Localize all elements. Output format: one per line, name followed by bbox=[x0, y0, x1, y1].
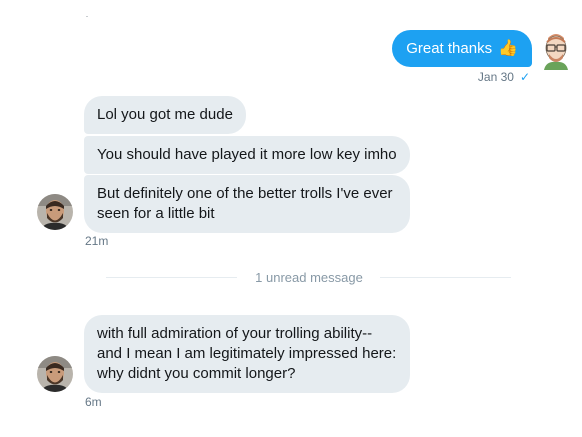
incoming-message-bubble[interactable]: Lol you got me dude bbox=[84, 96, 246, 134]
outgoing-message-text: Great thanks bbox=[406, 40, 493, 57]
conversation-view: Great thanks 👍 Jan 30 ✓ Lol you got me d… bbox=[0, 0, 582, 437]
incoming-message-bubble[interactable]: You should have played it more low key i… bbox=[84, 136, 410, 174]
incoming-message-text: But definitely one of the better trolls … bbox=[97, 185, 393, 222]
avatar[interactable] bbox=[37, 356, 73, 392]
incoming-message-bubble[interactable]: with full admiration of your trolling ab… bbox=[84, 315, 410, 393]
avatar[interactable] bbox=[536, 26, 576, 70]
outgoing-message-date: Jan 30 bbox=[477, 70, 514, 84]
incoming-message-bubble[interactable]: But definitely one of the better trolls … bbox=[84, 175, 410, 233]
read-check-icon: ✓ bbox=[519, 70, 530, 84]
outgoing-message-bubble[interactable]: Great thanks 👍 bbox=[392, 30, 532, 67]
avatar[interactable] bbox=[37, 194, 73, 230]
incoming-message-text: Lol you got me dude bbox=[97, 106, 233, 123]
divider-line bbox=[380, 277, 511, 278]
message-timestamp: 6m bbox=[85, 395, 102, 409]
unread-divider-label: 1 unread message bbox=[255, 270, 363, 285]
top-separator bbox=[86, 16, 88, 17]
outgoing-message-meta: Jan 30 ✓ bbox=[478, 70, 530, 84]
incoming-message-text: with full admiration of your trolling ab… bbox=[97, 325, 397, 382]
divider-line bbox=[106, 277, 237, 278]
message-timestamp: 21m bbox=[85, 234, 109, 248]
thumbs-up-icon: 👍 bbox=[498, 39, 518, 57]
incoming-message-text: You should have played it more low key i… bbox=[97, 146, 397, 163]
